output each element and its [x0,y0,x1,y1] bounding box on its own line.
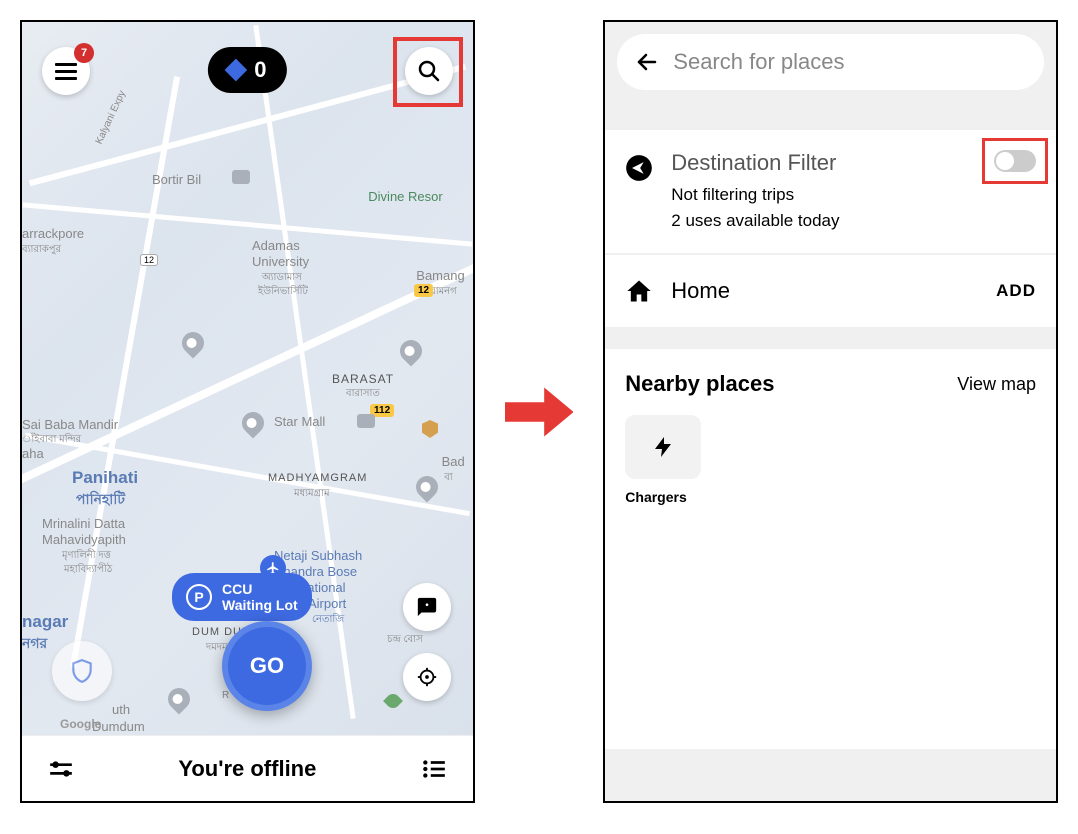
map-label-city: Panihati [72,468,138,488]
home-row[interactable]: Home ADD [605,255,1056,327]
preferences-icon[interactable] [48,756,74,782]
diamond-icon [225,59,248,82]
status-text: You're offline [178,756,316,782]
waiting-code: CCU [222,581,298,597]
go-online-button[interactable]: GO [222,621,312,711]
bottom-bar: You're offline [22,735,473,801]
map-label-place: ইউনিভার্সিটি [258,284,308,301]
map-label-place: Mrinalini Datta [42,516,125,531]
map-label-place: Bad [442,454,465,469]
map-label-place: Netaji Subhash [274,548,362,563]
driver-app-map-screen: Kalyani Expy Bortir Bil Divine Resor arr… [20,20,475,803]
chargers-tile[interactable]: Chargers [625,415,701,505]
destination-arrow-icon [625,154,653,182]
search-placeholder: Search for places [673,49,844,75]
list-icon[interactable] [421,756,447,782]
map-pin-icon [163,683,194,714]
filter-uses: 2 uses available today [671,208,976,234]
map-pin-icon [395,335,426,366]
shield-marker-icon [422,420,438,438]
map-attribution: Google [60,717,101,731]
nearby-section: Nearby places View map Chargers [605,349,1056,749]
map-pin-icon [237,407,268,438]
search-bar[interactable]: Search for places [617,34,1044,90]
map-label-place: uth [112,702,130,717]
map-label-place: Divine Resor [368,189,442,204]
map-label-place: মহাবিদ্যাপীঠ [64,562,112,579]
go-label: GO [250,653,284,679]
map-label-place: Bortir Bil [152,172,201,187]
safety-button[interactable] [52,641,112,701]
map-label-area: MADHYAMGRAM [268,472,367,484]
waiting-lot-chip[interactable]: P CCU Waiting Lot [172,573,312,621]
map-label-city: নগর [22,632,47,656]
waiting-label: Waiting Lot [222,597,298,613]
map-label-city: nagar [22,612,68,632]
map-label-place: ব্যারাকপুর [22,242,61,259]
parking-icon: P [186,584,212,610]
map-label-place: Airport [308,596,346,611]
map-label-road: Kalyani Expy [94,89,128,146]
map-label-place: বা [444,470,452,487]
map-label-place: বামনগ [430,284,457,301]
flow-arrow-icon [505,387,574,437]
back-arrow-icon[interactable] [635,50,659,74]
map-label-area: BARASAT [332,372,394,386]
camera-pin-icon [357,414,375,428]
menu-button[interactable]: 7 [42,47,90,95]
map-label-place: নেতাজি [312,612,344,629]
callout-highlight [982,138,1048,184]
map-label-place: University [252,254,309,269]
destination-filter-row: Destination Filter Not filtering trips 2… [605,130,1056,253]
earnings-pill[interactable]: 0 [208,47,286,93]
route-badge: 12 [414,284,433,297]
route-badge: 12 [140,254,158,266]
map-label-place: Sai Baba Mandir [22,417,118,432]
counter-value: 0 [254,57,266,83]
map-label-place: arrackpore [22,226,84,241]
add-home-button[interactable]: ADD [996,281,1036,301]
map-label-area: মধ্যমগ্রাম [294,486,330,503]
chat-button[interactable] [403,583,451,631]
chargers-label: Chargers [625,489,701,505]
map-label-place: R [222,690,229,701]
map-label-place: Star Mall [274,414,325,429]
home-icon [625,277,653,305]
filter-status: Not filtering trips [671,182,976,208]
map-label-place: Mahavidyapith [42,532,126,547]
chat-icon [416,596,438,618]
recenter-button[interactable] [403,653,451,701]
notification-badge: 7 [74,43,94,63]
map-label-place: Bamang [416,268,464,283]
crosshair-icon [416,666,438,688]
map-pin-icon [411,471,442,502]
lightning-icon [651,435,675,459]
driver-app-search-screen: Search for places Destination Filter Not… [603,20,1058,803]
filter-title: Destination Filter [671,150,976,176]
map-label-area: বারাসাত [346,386,380,403]
map-label-place: চন্দ্র বোস [387,632,422,649]
view-map-link[interactable]: View map [957,374,1036,395]
home-label: Home [671,278,978,304]
shield-icon [69,658,95,684]
hamburger-icon [55,59,77,84]
map-label-city: পানিহাটি [76,488,125,512]
map-label-place: Adamas [252,238,300,253]
callout-highlight [393,37,463,107]
map-pin-icon [177,327,208,358]
park-marker-icon [383,691,403,711]
map-label-place: aha [22,446,44,461]
nearby-title: Nearby places [625,371,774,397]
camera-pin-icon [232,170,250,184]
